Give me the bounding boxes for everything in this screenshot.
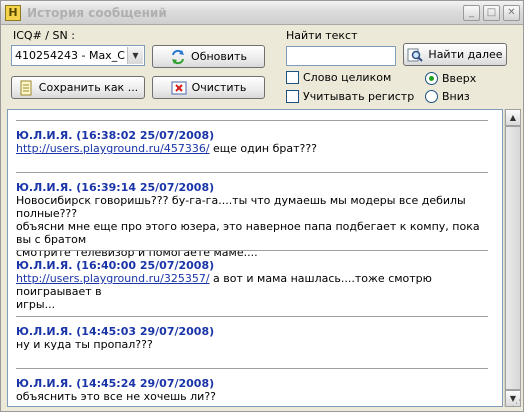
message-separator	[16, 172, 488, 173]
whole-word-checkbox[interactable]	[286, 71, 299, 84]
find-next-button[interactable]: Найти далее	[403, 43, 507, 66]
direction-up-label: Вверх	[442, 72, 477, 85]
maximize-icon[interactable]: □	[483, 5, 500, 21]
message-sender: Ю.Л.И.Я. (16:40:00 25/07/2008)	[16, 259, 215, 272]
whole-word-label: Слово целиком	[303, 71, 392, 84]
resize-grip-icon[interactable]: ⋰	[512, 399, 521, 409]
message-entry: Ю.Л.И.Я. (14:45:24 29/07/2008) объяснить…	[16, 368, 488, 403]
message-link[interactable]: http://users.playground.ru/325357/	[16, 272, 210, 285]
contact-select-value: 410254243 - Max_Cher	[15, 49, 125, 62]
history-window: H История сообщений _ □ ✕ ICQ# / SN : 41…	[0, 0, 524, 412]
delete-icon	[171, 80, 187, 96]
direction-down-label: Вниз	[442, 90, 470, 103]
message-text: http://users.playground.ru/325357/ а вот…	[16, 272, 488, 298]
scroll-up-icon[interactable]: ▲	[505, 109, 521, 126]
find-next-button-label: Найти далее	[428, 48, 503, 61]
message-sender: Ю.Л.И.Я. (14:45:03 29/07/2008)	[16, 325, 215, 338]
message-entry: Ю.Л.И.Я. (14:45:03 29/07/2008) ну и куда…	[16, 316, 488, 351]
window-title: История сообщений	[27, 6, 167, 20]
message-sender: Ю.Л.И.Я. (16:39:14 25/07/2008)	[16, 181, 215, 194]
message-separator	[16, 316, 488, 317]
document-icon	[18, 80, 34, 96]
message-log[interactable]: Ю.Л.И.Я. (16:38:02 25/07/2008) http://us…	[7, 109, 503, 407]
save-as-button-label: Сохранить как ...	[38, 81, 139, 94]
search-icon	[407, 47, 424, 63]
vertical-scrollbar[interactable]: ▲ ▼	[504, 109, 521, 407]
radio-selected-dot	[429, 76, 434, 81]
message-separator	[16, 368, 488, 369]
save-as-button[interactable]: Сохранить как ...	[11, 76, 145, 99]
icq-label: ICQ# / SN :	[13, 29, 75, 42]
clear-button-label: Очистить	[191, 81, 247, 94]
message-text: http://users.playground.ru/457336/ еще о…	[16, 142, 488, 155]
message-line: игры...	[16, 298, 56, 311]
message-entry: Ю.Л.И.Я. (16:38:02 25/07/2008) http://us…	[16, 120, 488, 155]
message-line: ну и куда ты пропал???	[16, 338, 153, 351]
message-link[interactable]: http://users.playground.ru/457336/	[16, 142, 210, 155]
message-text-after-link: еще один брат???	[209, 142, 318, 155]
direction-down-radio[interactable]	[425, 90, 438, 103]
direction-up-radio[interactable]	[425, 72, 438, 85]
message-separator	[16, 250, 488, 251]
message-line: Новосибирск говоришь??? бу-га-га....ты ч…	[16, 194, 466, 220]
refresh-button-label: Обновить	[191, 50, 247, 63]
message-entry: Ю.Л.И.Я. (16:40:00 25/07/2008) http://us…	[16, 250, 488, 311]
search-label: Найти текст	[286, 29, 358, 42]
refresh-icon	[170, 49, 186, 65]
contact-select[interactable]: 410254243 - Max_Cher ▼	[11, 45, 145, 66]
clear-button[interactable]: Очистить	[152, 76, 265, 99]
title-bar[interactable]: H История сообщений _ □ ✕	[1, 1, 523, 25]
message-sender: Ю.Л.И.Я. (14:45:24 29/07/2008)	[16, 377, 215, 390]
app-icon: H	[5, 5, 21, 21]
message-entry: Ю.Л.И.Я. (16:39:14 25/07/2008) Новосибир…	[16, 172, 488, 259]
message-line: объяснить это все не хочешь ли??	[16, 390, 217, 403]
message-sender: Ю.Л.И.Я. (16:38:02 25/07/2008)	[16, 129, 215, 142]
scrollbar-thumb[interactable]	[505, 126, 521, 390]
chevron-down-icon[interactable]: ▼	[127, 47, 143, 64]
match-case-label: Учитывать регистр	[303, 90, 415, 103]
close-icon[interactable]: ✕	[503, 5, 520, 21]
message-line: объясни мне еще про этого юзера, это нав…	[16, 220, 480, 246]
search-input[interactable]	[286, 46, 396, 66]
match-case-checkbox[interactable]	[286, 90, 299, 103]
message-separator	[16, 120, 488, 121]
refresh-button[interactable]: Обновить	[152, 45, 265, 68]
minimize-icon[interactable]: _	[463, 5, 480, 21]
